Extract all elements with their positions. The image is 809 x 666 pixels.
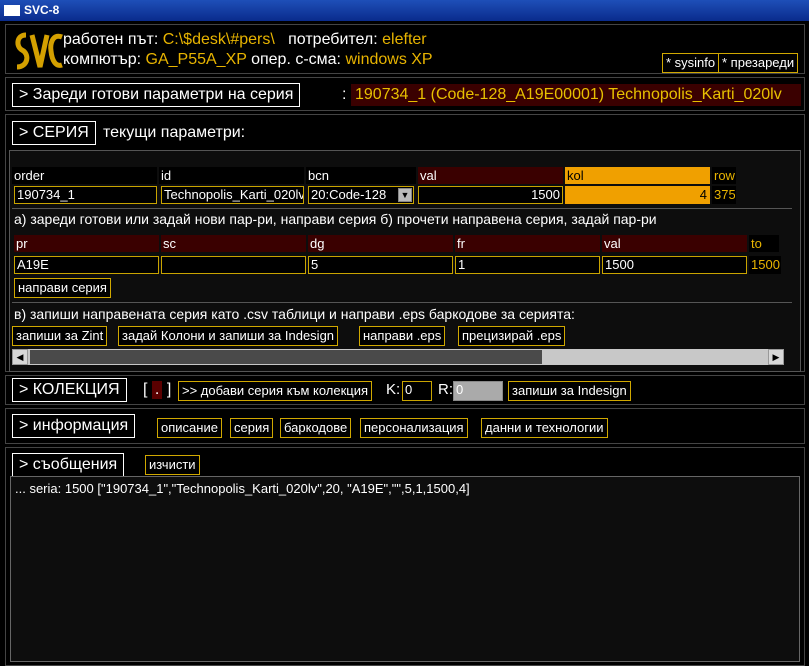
divider <box>12 208 792 209</box>
os-value: windows XP <box>345 51 433 68</box>
log-line: ... seria: 1500 ["190734_1","Technopolis… <box>15 481 470 496</box>
series-panel: > СЕРИЯ текущи параметри: order id bcn v… <box>5 114 805 372</box>
col-header-row: row <box>712 167 736 184</box>
scroll-right-arrow-icon[interactable]: ▶ <box>768 349 784 365</box>
series-subtitle: текущи параметри: <box>103 124 246 141</box>
tab-personalization[interactable]: персонализация <box>360 418 468 438</box>
header-panel: работен път: C:\$desk\#pers\ потребител:… <box>5 24 805 74</box>
col-header-val: val <box>418 167 563 184</box>
tab-barcodes[interactable]: баркодове <box>280 418 352 438</box>
col-header-id: id <box>159 167 304 184</box>
val-field[interactable]: 1500 <box>418 186 563 204</box>
messages-button[interactable]: > съобщения <box>12 453 125 477</box>
horizontal-scrollbar[interactable]: ◀ ▶ <box>12 349 784 365</box>
pr-field[interactable]: A19E <box>14 256 159 274</box>
make-series-button[interactable]: направи серия <box>14 278 111 298</box>
instructions-b: в) запиши направената серия като .csv та… <box>14 306 575 322</box>
tab-description[interactable]: описание <box>157 418 222 438</box>
reload-button[interactable]: * презареди <box>718 53 799 73</box>
scrollbar-thumb[interactable] <box>30 350 542 364</box>
to-field[interactable]: 1500 <box>749 256 781 274</box>
k-label: K: <box>386 381 401 398</box>
load-params-value[interactable]: 190734_1 (Code-128_A19E00001) Technopoli… <box>351 84 801 106</box>
user-value: elefter <box>382 31 427 48</box>
window-icon <box>4 5 20 16</box>
load-params-button[interactable]: > Зареди готови параметри на серия <box>12 83 301 107</box>
info-panel: > информация описание серия баркодове пе… <box>5 408 805 444</box>
make-eps-button[interactable]: направи .eps <box>359 326 446 346</box>
save-indesign-button[interactable]: запиши за Indesign <box>508 381 631 401</box>
col-header-kol: kol <box>565 167 710 184</box>
computer-value: GA_P55A_XP <box>145 51 247 68</box>
window-title: SVC-8 <box>24 3 60 17</box>
col-header-sc: sc <box>161 235 306 252</box>
series-params-area: order id bcn val kol row 190734_1 Techno… <box>9 150 801 372</box>
clear-button[interactable]: изчисти <box>145 455 200 475</box>
col-header-fr: fr <box>455 235 600 252</box>
load-params-separator: : <box>342 86 347 103</box>
window-titlebar[interactable]: SVC-8 <box>0 0 809 21</box>
user-label: потребител: <box>288 31 378 48</box>
collection-marker: [ . ] <box>143 381 171 399</box>
add-to-collection-button[interactable]: >> добави серия към колекция <box>178 381 373 401</box>
val2-field[interactable]: 1500 <box>602 256 747 274</box>
path-row: работен път: C:\$desk\#pers\ потребител:… <box>63 31 427 49</box>
r-field[interactable]: 0 <box>453 381 503 401</box>
info-button[interactable]: > информация <box>12 414 136 438</box>
col-header-bcn: bcn <box>306 167 416 184</box>
fr-field[interactable]: 1 <box>455 256 600 274</box>
order-field[interactable]: 190734_1 <box>14 186 157 204</box>
col-header-order: order <box>12 167 157 184</box>
row-field[interactable]: 375 <box>712 186 736 204</box>
set-columns-button[interactable]: задай Колони и запиши за Indesign <box>118 326 339 346</box>
collection-panel: > КОЛЕКЦИЯ [ . ] >> добави серия към кол… <box>5 375 805 405</box>
os-label: опер. с-сма: <box>251 51 341 68</box>
chevron-down-icon[interactable]: ▼ <box>398 188 412 202</box>
tab-series[interactable]: серия <box>230 418 274 438</box>
path-label: работен път: <box>63 31 159 48</box>
series-button[interactable]: > СЕРИЯ <box>12 121 96 145</box>
tab-data-tech[interactable]: данни и технологии <box>481 418 608 438</box>
col-header-to: to <box>749 235 779 252</box>
load-params-panel: > Зареди готови параметри на серия : 190… <box>5 77 805 111</box>
sysinfo-button[interactable]: * sysinfo <box>662 53 720 73</box>
k-field[interactable]: 0 <box>402 381 432 401</box>
id-field[interactable]: Technopolis_Karti_020lv <box>161 186 304 204</box>
col-header-val2: val <box>602 235 747 252</box>
bcn-select-value: 20:Code-128 <box>311 187 387 202</box>
computer-label: компютър: <box>63 51 142 68</box>
r-label: R: <box>438 381 453 398</box>
bcn-select[interactable]: 20:Code-128 ▼ <box>308 186 414 204</box>
messages-log[interactable]: ... seria: 1500 ["190734_1","Technopolis… <box>10 476 800 662</box>
save-zint-button[interactable]: запиши за Zint <box>12 326 108 346</box>
refine-eps-button[interactable]: прецизирай .eps <box>458 326 566 346</box>
computer-row: компютър: GA_P55A_XP опер. с-сма: window… <box>63 51 433 69</box>
col-header-dg: dg <box>308 235 453 252</box>
bracket-close: ] <box>166 381 172 398</box>
sc-field[interactable] <box>161 256 306 274</box>
dg-field[interactable]: 5 <box>308 256 453 274</box>
instructions-a: а) зареди готови или задай нови пар-ри, … <box>14 211 657 227</box>
scroll-left-arrow-icon[interactable]: ◀ <box>12 349 28 365</box>
svc-logo-icon <box>15 32 63 70</box>
col-header-pr: pr <box>14 235 159 252</box>
bracket-open: [ <box>143 381 148 398</box>
load-params-value-text: 190734_1 (Code-128_A19E00001) Technopoli… <box>355 86 782 103</box>
collection-button[interactable]: > КОЛЕКЦИЯ <box>12 378 127 402</box>
path-value: C:\$desk\#pers\ <box>162 31 275 48</box>
collection-marker-dot: . <box>151 381 163 399</box>
divider-2 <box>12 302 792 303</box>
kol-field[interactable]: 4 <box>565 186 710 204</box>
